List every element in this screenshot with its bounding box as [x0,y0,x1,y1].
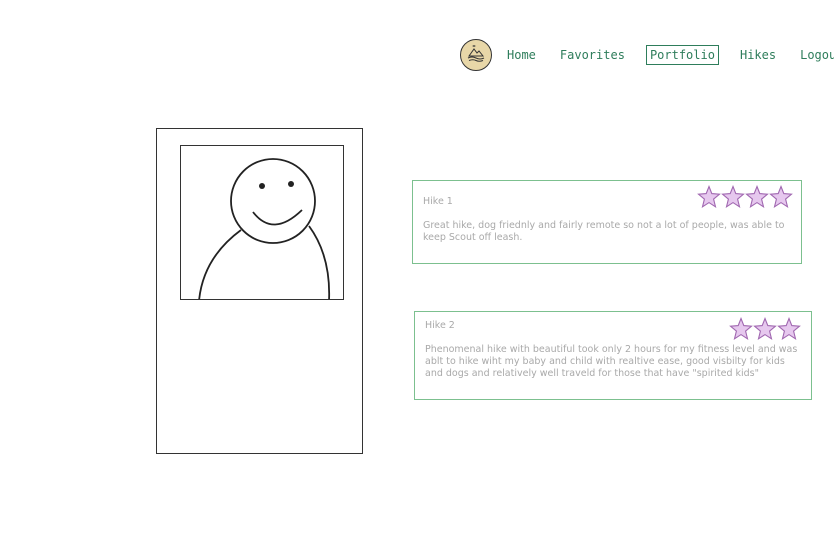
nav-home[interactable]: Home [504,46,539,64]
review-title: Hike 1 [423,196,453,207]
review-card-2: Hike 2 Phenomenal hike with beautiful to… [414,311,812,400]
mountain-lake-icon [465,42,487,68]
star-icon[interactable] [729,317,753,341]
smiley-avatar-icon [181,158,343,299]
nav-favorites[interactable]: Favorites [557,46,628,64]
star-rating[interactable] [729,317,801,341]
star-rating[interactable] [697,185,793,209]
nav-portfolio[interactable]: Portfolio [645,45,719,65]
review-text: Phenomenal hike with beautiful took only… [425,344,798,379]
avatar [180,145,344,300]
star-icon[interactable] [745,185,769,209]
star-icon[interactable] [721,185,745,209]
star-icon[interactable] [769,185,793,209]
profile-card [156,128,363,454]
star-icon[interactable] [753,317,777,341]
nav-hikes[interactable]: Hikes [737,46,779,64]
star-icon[interactable] [697,185,721,209]
nav-logout[interactable]: Logout [797,46,834,64]
review-text: Great hike, dog friednly and fairly remo… [423,220,785,243]
top-nav: Home Favorites Portfolio Hikes Logout [460,38,834,72]
review-title: Hike 2 [425,320,455,331]
star-icon[interactable] [777,317,801,341]
logo[interactable] [460,39,492,71]
review-card-1: Hike 1 Great hike, dog friednly and fair… [412,180,802,264]
